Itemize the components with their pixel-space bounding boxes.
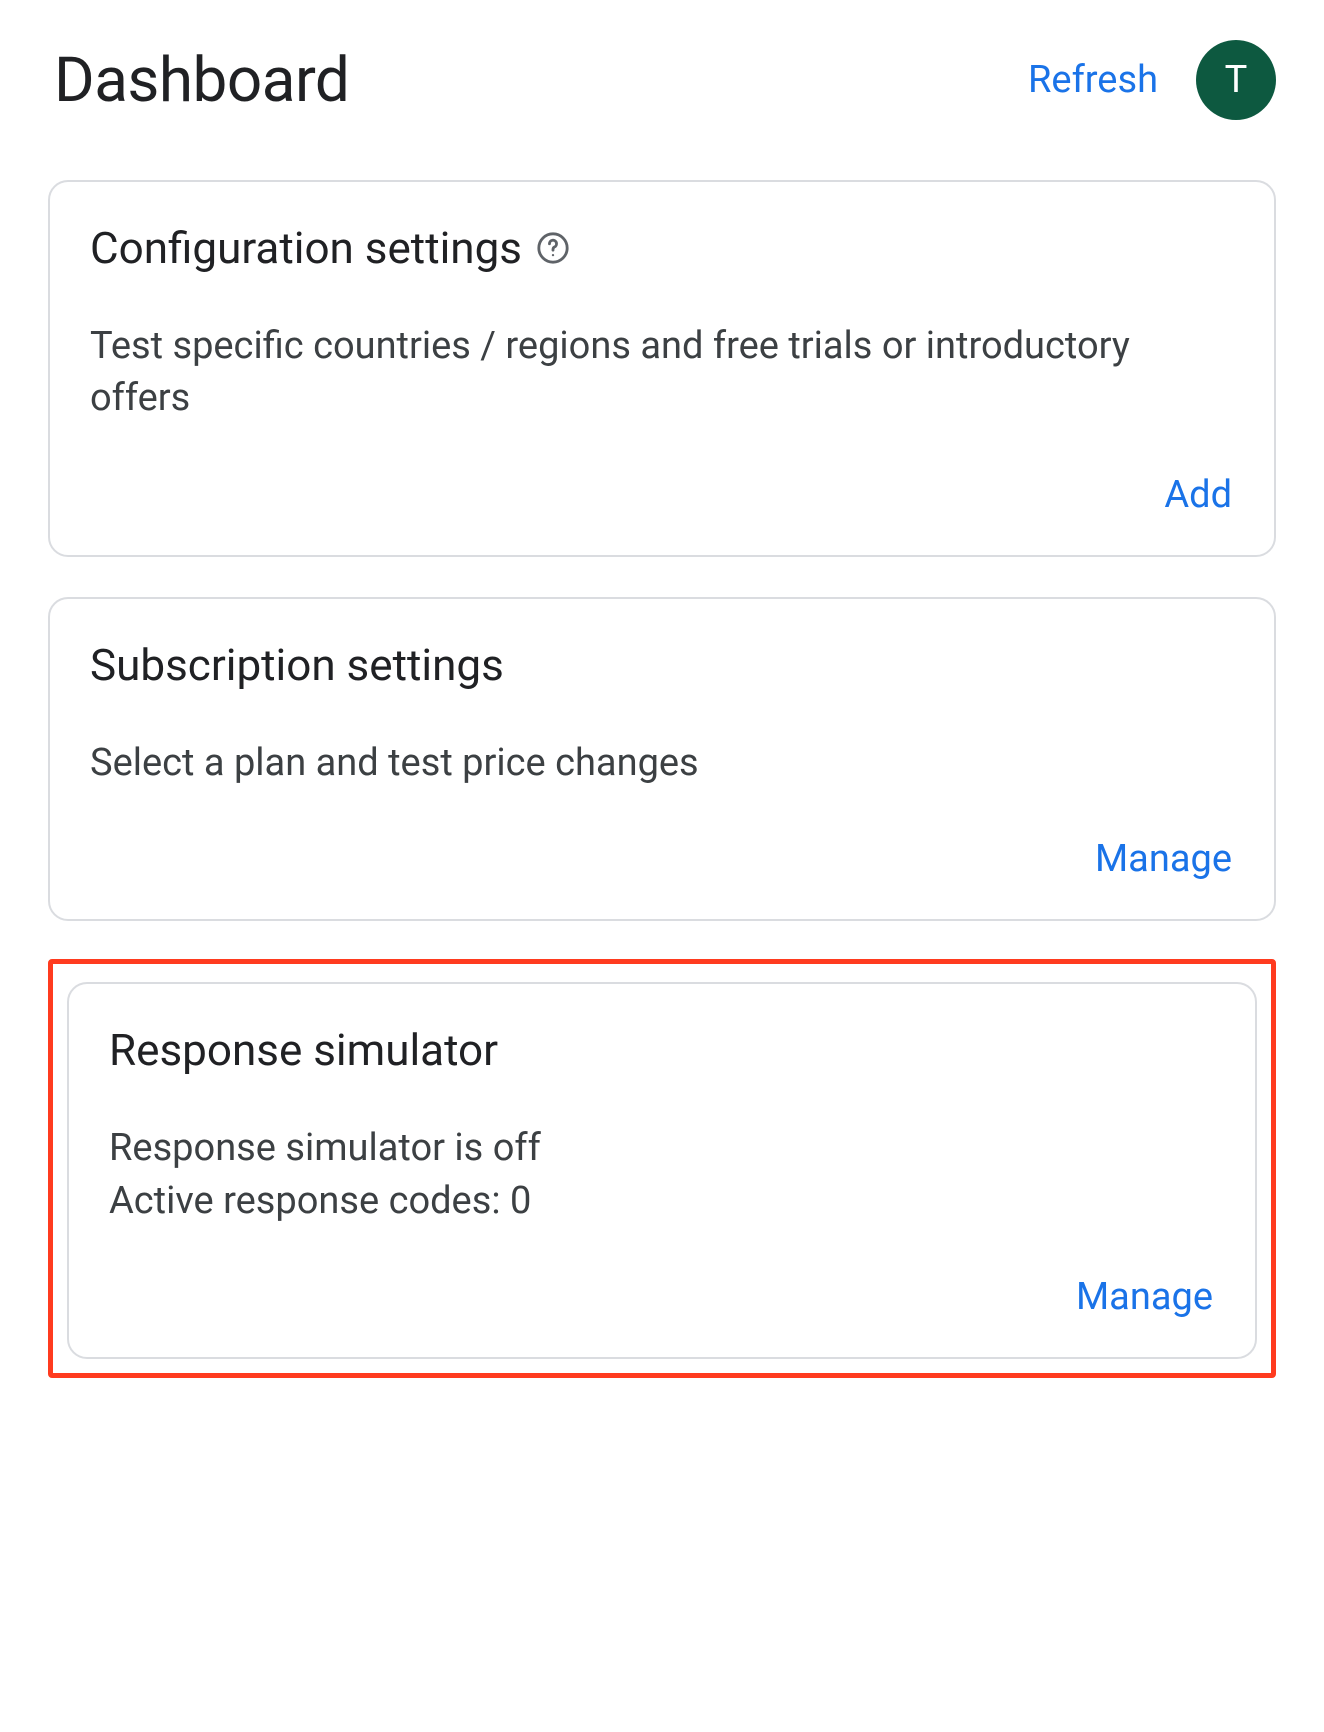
card-title: Subscription settings (90, 639, 504, 691)
manage-simulator-button[interactable]: Manage (1074, 1267, 1215, 1327)
header-actions: Refresh T (1028, 40, 1276, 120)
card-action-row: Manage (109, 1267, 1215, 1327)
card-description: Select a plan and test price changes (90, 737, 1234, 789)
manage-subscription-button[interactable]: Manage (1093, 829, 1234, 889)
header: Dashboard Refresh T (48, 40, 1276, 120)
card-title: Response simulator (109, 1024, 498, 1076)
refresh-button[interactable]: Refresh (1028, 58, 1158, 102)
response-simulator-highlight: Response simulator Response simulator is… (48, 959, 1276, 1378)
card-description: Response simulator is off Active respons… (109, 1122, 1215, 1227)
card-description: Test specific countries / regions and fr… (90, 320, 1234, 425)
card-action-row: Manage (90, 829, 1234, 889)
card-title: Configuration settings (90, 222, 522, 274)
simulator-status: Response simulator is off (109, 1122, 1215, 1174)
avatar[interactable]: T (1196, 40, 1276, 120)
card-title-row: Configuration settings (90, 222, 1234, 274)
subscription-settings-card: Subscription settings Select a plan and … (48, 597, 1276, 921)
configuration-settings-card: Configuration settings Test specific cou… (48, 180, 1276, 557)
card-action-row: Add (90, 465, 1234, 525)
help-icon[interactable] (536, 231, 570, 265)
card-title-row: Response simulator (109, 1024, 1215, 1076)
card-title-row: Subscription settings (90, 639, 1234, 691)
simulator-codes-count: Active response codes: 0 (109, 1175, 1215, 1227)
page-title: Dashboard (54, 44, 349, 117)
response-simulator-card: Response simulator Response simulator is… (67, 982, 1257, 1359)
add-button[interactable]: Add (1162, 465, 1234, 525)
